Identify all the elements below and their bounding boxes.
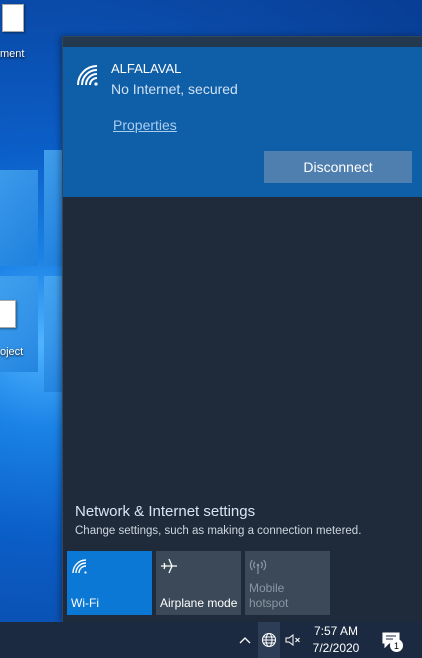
wifi-tile[interactable]: Wi-Fi (67, 551, 152, 615)
properties-link[interactable]: Properties (113, 117, 177, 133)
network-card[interactable]: ALFALAVAL No Internet, secured Propertie… (63, 47, 422, 197)
action-center-notification-icon[interactable]: 1 (376, 622, 406, 658)
document-icon[interactable] (0, 300, 16, 328)
network-name: ALFALAVAL (111, 61, 182, 76)
hotspot-icon (249, 559, 267, 574)
notification-count-badge: 1 (390, 639, 403, 652)
taskbar: 7:57 AM 7/2/2020 1 (0, 622, 422, 658)
mobile-hotspot-tile[interactable]: Mobile hotspot (245, 551, 330, 615)
volume-muted-icon[interactable] (282, 622, 304, 658)
network-settings-link[interactable]: Network & Internet settings (75, 503, 255, 520)
desktop-icon-label[interactable]: ment (0, 48, 24, 60)
windows-logo-pane (0, 170, 38, 266)
network-settings-description: Change settings, such as making a connec… (75, 525, 362, 537)
taskbar-clock[interactable]: 7:57 AM 7/2/2020 (306, 622, 366, 658)
wifi-icon (72, 559, 87, 574)
network-status: No Internet, secured (111, 81, 238, 97)
mobile-hotspot-tile-label: Mobile hotspot (249, 581, 289, 610)
clock-time: 7:57 AM (313, 624, 359, 638)
clock-date: 7/2/2020 (312, 641, 360, 655)
airplane-mode-tile-label: Airplane mode (160, 596, 238, 610)
wifi-icon (77, 65, 98, 86)
windows-logo-pane (44, 276, 62, 392)
disconnect-button[interactable]: Disconnect (264, 151, 412, 183)
network-globe-icon[interactable] (258, 622, 280, 658)
wifi-tile-label: Wi-Fi (71, 596, 99, 610)
network-flyout: ALFALAVAL No Internet, secured Propertie… (62, 36, 422, 623)
windows-logo-pane (44, 150, 62, 266)
flyout-top-strip (63, 37, 422, 47)
airplane-mode-tile[interactable]: Airplane mode (156, 551, 241, 615)
desktop-icon-label[interactable]: oject (0, 346, 23, 358)
document-icon[interactable] (2, 4, 24, 32)
show-hidden-icons-chevron-icon[interactable] (236, 622, 254, 658)
airplane-icon (161, 558, 177, 574)
